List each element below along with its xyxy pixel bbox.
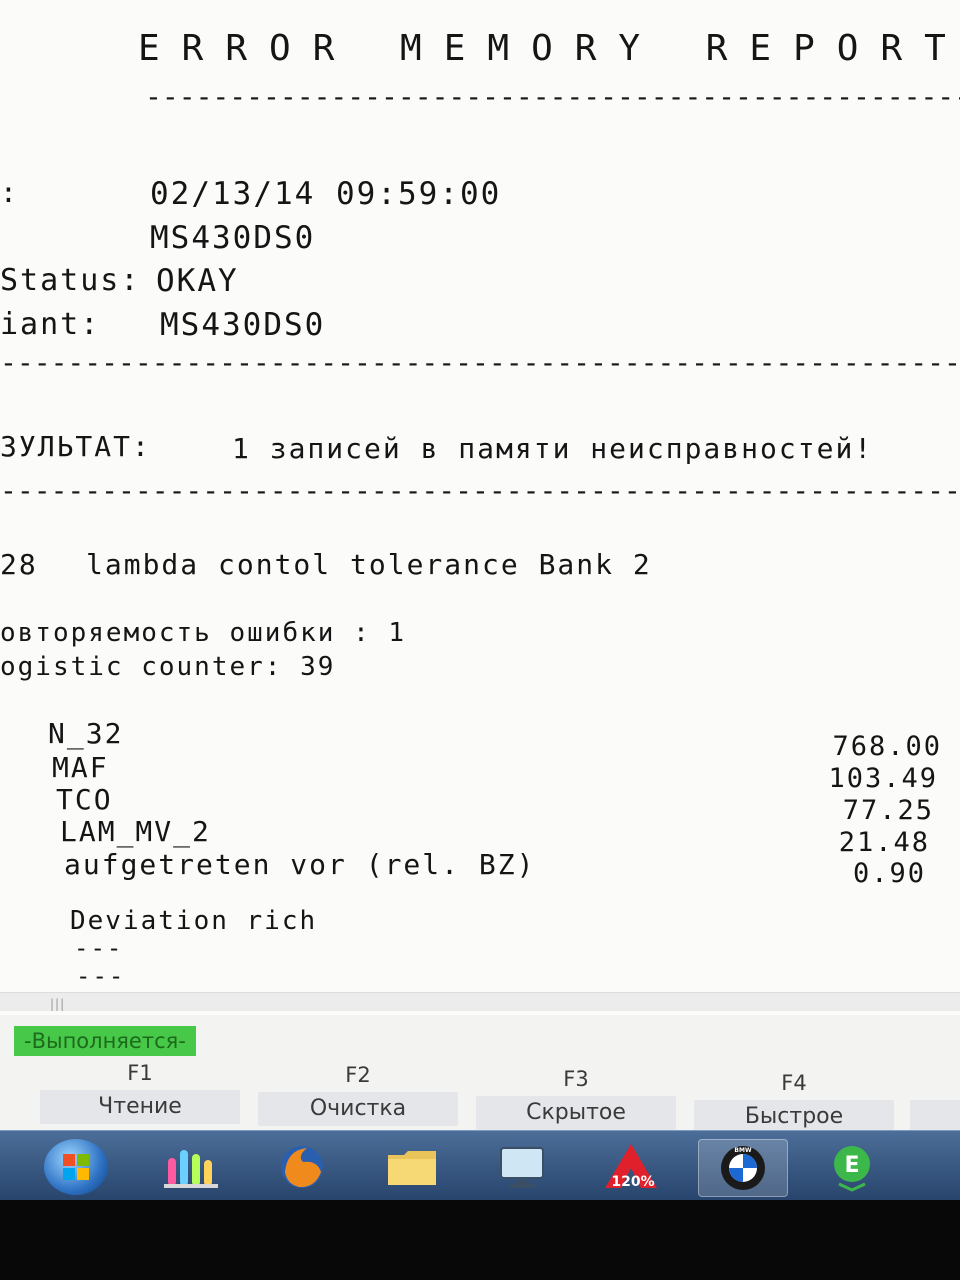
f1-read-button[interactable]: F1 Чтение bbox=[40, 1060, 240, 1124]
f4-quick-button[interactable]: F4 Быстрое bbox=[694, 1070, 894, 1130]
header-value-variant-2: MS430DS0 bbox=[160, 307, 326, 343]
f3-action-label: Скрытое bbox=[476, 1096, 676, 1130]
a120-icon: 120% bbox=[605, 1144, 657, 1190]
report-title: ERROR MEMORY REPORT bbox=[138, 28, 960, 69]
firefox-icon bbox=[281, 1146, 323, 1188]
f2-key-label: F2 bbox=[345, 1063, 371, 1087]
taskbar-folder[interactable] bbox=[368, 1139, 456, 1195]
fault-code: 28 bbox=[0, 548, 38, 581]
e-icon: E bbox=[834, 1146, 870, 1192]
folder-icon bbox=[388, 1151, 436, 1185]
param-value: 103.49 bbox=[828, 763, 938, 794]
windows-logo-icon bbox=[63, 1154, 89, 1180]
report-area: ERROR MEMORY REPORT --------------------… bbox=[0, 0, 960, 1015]
taskbar-bmw-diagnostics[interactable]: BMW bbox=[698, 1139, 788, 1197]
result-label: ЗУЛЬТАТ: bbox=[0, 430, 151, 463]
separator-line: ----------------------------------------… bbox=[0, 474, 960, 507]
f2-clear-button[interactable]: F2 Очистка bbox=[258, 1062, 458, 1126]
dash-line: --- bbox=[74, 934, 124, 962]
repeat-count-line: овторяемость ошибки : 1 bbox=[0, 618, 407, 648]
a120-text: 120% bbox=[611, 1174, 654, 1190]
header-label-date: : bbox=[0, 176, 19, 209]
test-tubes-icon bbox=[164, 1150, 218, 1188]
f4-action-label: Быстрое bbox=[694, 1100, 894, 1130]
taskbar-computer[interactable] bbox=[478, 1139, 566, 1195]
taskbar-a120[interactable]: 120% bbox=[588, 1139, 676, 1195]
monitor-icon bbox=[500, 1147, 544, 1188]
param-name: MAF bbox=[52, 751, 109, 784]
taskbar-e-app[interactable]: E bbox=[808, 1139, 896, 1195]
diagnostic-window: ERROR MEMORY REPORT --------------------… bbox=[0, 0, 960, 1130]
f1-action-label: Чтение bbox=[40, 1090, 240, 1124]
param-name: aufgetreten vor (rel. BZ) bbox=[64, 848, 536, 881]
deviation-label: Deviation rich bbox=[70, 906, 318, 936]
param-value: 77.25 bbox=[842, 795, 934, 826]
status-running-badge: -Выполняется- bbox=[14, 1026, 196, 1056]
horizontal-scrollbar[interactable]: ||| bbox=[0, 992, 960, 1011]
bmw-logo-icon: BMW bbox=[721, 1146, 765, 1190]
param-value: 768.00 bbox=[832, 731, 942, 762]
header-label-variant: iant: bbox=[0, 307, 101, 342]
monitor-bezel bbox=[0, 1200, 960, 1280]
dash-line: --- bbox=[76, 962, 126, 990]
f4-key-label: F4 bbox=[781, 1071, 807, 1095]
header-value-date: 02/13/14 09:59:00 bbox=[150, 176, 502, 212]
taskbar-lab-app[interactable] bbox=[148, 1139, 236, 1195]
param-value: 0.90 bbox=[852, 858, 926, 889]
taskbar-firefox[interactable] bbox=[258, 1139, 346, 1195]
param-name: N_32 bbox=[48, 717, 124, 750]
f1-key-label: F1 bbox=[127, 1061, 153, 1085]
f3-key-label: F3 bbox=[563, 1067, 589, 1091]
header-value-status: OKAY bbox=[156, 263, 239, 299]
param-name: LAM_MV_2 bbox=[60, 815, 211, 848]
scrollbar-grip[interactable]: ||| bbox=[50, 997, 65, 1011]
fault-description: lambda contol tolerance Bank 2 bbox=[86, 548, 652, 581]
separator-line: ----------------------------------------… bbox=[0, 346, 960, 379]
header-value-variant: MS430DS0 bbox=[150, 220, 316, 256]
param-value: 21.48 bbox=[838, 827, 930, 858]
f3-hidden-button[interactable]: F3 Скрытое bbox=[476, 1066, 676, 1130]
param-name: TCO bbox=[56, 783, 113, 816]
result-text: 1 записей в памяти неисправностей! bbox=[232, 432, 874, 465]
separator-line: ----------------------------------------… bbox=[145, 80, 960, 113]
start-button[interactable] bbox=[44, 1139, 108, 1195]
bmw-text: BMW bbox=[734, 1147, 752, 1154]
f5-button-partial[interactable] bbox=[910, 1100, 960, 1130]
logistic-counter-line: ogistic counter: 39 bbox=[0, 652, 336, 682]
windows-taskbar: 120% BMW E bbox=[0, 1130, 960, 1201]
header-label-status: Status: bbox=[0, 263, 141, 298]
f2-action-label: Очистка bbox=[258, 1092, 458, 1126]
e-text: E bbox=[844, 1153, 859, 1178]
